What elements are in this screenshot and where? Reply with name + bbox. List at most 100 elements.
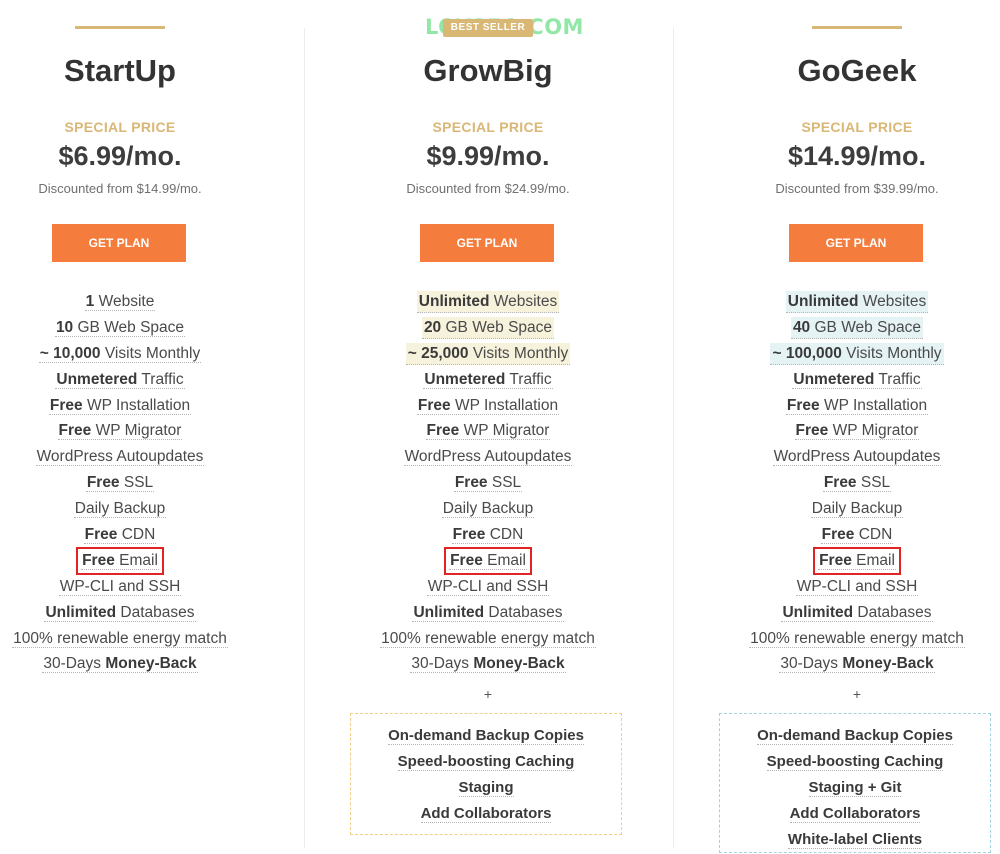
feature-text[interactable]: Free SSL — [822, 474, 892, 493]
feature-label: WordPress Autoupdates — [773, 448, 941, 466]
feature-text[interactable]: WordPress Autoupdates — [35, 448, 205, 467]
feature-item: 100% renewable energy match — [338, 627, 638, 653]
get-plan-button[interactable]: GET PLAN — [52, 224, 186, 262]
feature-text[interactable]: 100% renewable energy match — [380, 629, 596, 648]
feature-text[interactable]: Free WP Migrator — [794, 422, 920, 441]
feature-item: 30-Days Money-Back — [707, 652, 1000, 678]
feature-text[interactable]: Free WP Installation — [416, 396, 560, 415]
feature-text[interactable]: WordPress Autoupdates — [772, 448, 942, 467]
feature-item: Free WP Installation — [0, 394, 270, 420]
feature-text[interactable]: WP-CLI and SSH — [58, 577, 182, 596]
extra-feature-text[interactable]: Add Collaborators — [789, 805, 921, 823]
feature-label: CDN — [485, 526, 524, 544]
feature-text[interactable]: Free CDN — [820, 526, 894, 545]
feature-item: Free WP Migrator — [0, 419, 270, 445]
feature-item: WP-CLI and SSH — [0, 575, 270, 601]
feature-emphasis: Unlimited — [418, 293, 490, 310]
feature-text[interactable]: Unmetered Traffic — [55, 370, 185, 389]
feature-text[interactable]: 30-Days Money-Back — [779, 655, 935, 674]
feature-label: CDN — [854, 526, 893, 544]
feature-text[interactable]: ~ 100,000 Visits Monthly — [770, 342, 944, 365]
feature-text[interactable]: Daily Backup — [810, 500, 904, 519]
feature-text[interactable]: Free WP Installation — [48, 396, 192, 415]
feature-text[interactable]: Unlimited Databases — [412, 603, 564, 622]
extra-feature-text[interactable]: White-label Clients — [787, 831, 923, 849]
feature-text[interactable]: WordPress Autoupdates — [403, 448, 573, 467]
feature-text[interactable]: Unlimited Websites — [785, 291, 929, 313]
feature-text[interactable]: Free CDN — [451, 526, 525, 545]
extras-box: On-demand Backup Copies Speed-boosting Ca… — [719, 713, 991, 853]
feature-emphasis: Unmetered — [793, 370, 875, 388]
feature-label: WP-CLI and SSH — [796, 577, 918, 595]
column-divider — [304, 28, 305, 848]
feature-text[interactable]: 10 GB Web Space — [54, 318, 186, 337]
feature-text[interactable]: 100% renewable energy match — [749, 629, 965, 648]
feature-label: WP-CLI and SSH — [427, 577, 549, 595]
feature-item: Free WP Migrator — [338, 419, 638, 445]
feature-text[interactable]: WP-CLI and SSH — [426, 577, 550, 596]
feature-item: Unlimited Databases — [0, 601, 270, 627]
feature-text[interactable]: Unlimited Websites — [416, 291, 560, 313]
extra-feature-text[interactable]: Speed-boosting Caching — [397, 753, 575, 771]
feature-emphasis: Unlimited — [413, 603, 485, 621]
feature-text[interactable]: Free CDN — [83, 526, 157, 545]
feature-label: Daily Backup — [811, 500, 903, 518]
feature-emphasis: Free — [821, 526, 855, 544]
feature-text[interactable]: Unlimited Databases — [781, 603, 933, 622]
feature-text[interactable]: Free Email — [76, 546, 164, 575]
extra-feature-text[interactable]: On-demand Backup Copies — [757, 727, 953, 745]
feature-emphasis: Unlimited — [782, 603, 854, 621]
feature-emphasis: Free — [58, 422, 92, 440]
feature-text[interactable]: Daily Backup — [441, 500, 535, 519]
feature-label: GB Web Space — [73, 318, 185, 336]
feature-text[interactable]: 30-Days Money-Back — [42, 655, 198, 674]
get-plan-button[interactable]: GET PLAN — [420, 224, 554, 262]
feature-text[interactable]: Free SSL — [85, 474, 155, 493]
feature-list: 1 Website 10 GB Web Space ~ 10,000 Visits … — [0, 290, 270, 678]
feature-emphasis: Free — [417, 396, 451, 414]
feature-text[interactable]: Free WP Installation — [785, 396, 929, 415]
feature-text[interactable]: 40 GB Web Space — [790, 316, 924, 339]
feature-item: 20 GB Web Space — [338, 316, 638, 342]
feature-text[interactable]: Free Email — [444, 546, 532, 575]
feature-text[interactable]: ~ 10,000 Visits Monthly — [38, 344, 202, 363]
feature-text[interactable]: Unmetered Traffic — [423, 370, 553, 389]
feature-text[interactable]: Unlimited Databases — [44, 603, 196, 622]
feature-emphasis: Unmetered — [424, 370, 506, 388]
feature-label: Databases — [116, 603, 195, 621]
feature-text[interactable]: WP-CLI and SSH — [795, 577, 919, 596]
feature-label: Email — [114, 551, 158, 569]
feature-label: WP Migrator — [91, 422, 182, 440]
feature-text[interactable]: Free WP Migrator — [425, 422, 551, 441]
feature-text[interactable]: Free WP Migrator — [57, 422, 183, 441]
extra-feature-text[interactable]: Add Collaborators — [420, 805, 552, 823]
get-plan-button[interactable]: GET PLAN — [789, 224, 923, 262]
feature-item: Unlimited Websites — [338, 290, 638, 316]
feature-emphasis: Unlimited — [45, 603, 117, 621]
feature-text[interactable]: Free Email — [813, 546, 901, 575]
feature-text[interactable]: Unmetered Traffic — [792, 370, 922, 389]
plan-price: $14.99/mo. — [787, 141, 927, 171]
plan-price: $6.99/mo. — [58, 141, 182, 171]
feature-item: Free WP Migrator — [707, 419, 1000, 445]
feature-item: Unlimited Databases — [338, 601, 638, 627]
plus-sign: + — [852, 686, 862, 702]
feature-prefix: 30-Days — [43, 655, 106, 673]
feature-text[interactable]: 30-Days Money-Back — [410, 655, 566, 674]
feature-text[interactable]: 100% renewable energy match — [12, 629, 228, 648]
feature-emphasis: Money-Back — [473, 655, 565, 673]
extra-feature-text[interactable]: Speed-boosting Caching — [766, 753, 944, 771]
extra-feature-text[interactable]: On-demand Backup Copies — [388, 727, 584, 745]
feature-text[interactable]: ~ 25,000 Visits Monthly — [405, 342, 571, 365]
feature-text[interactable]: Free SSL — [453, 474, 523, 493]
feature-label: Websites — [858, 293, 927, 310]
feature-label: Traffic — [874, 370, 921, 388]
feature-text[interactable]: Daily Backup — [73, 500, 167, 519]
extra-feature-text[interactable]: Staging — [458, 779, 514, 797]
feature-item: 10 GB Web Space — [0, 316, 270, 342]
extra-feature-text[interactable]: Staging + Git — [808, 779, 902, 797]
feature-text[interactable]: 1 Website — [84, 293, 156, 311]
feature-text[interactable]: 20 GB Web Space — [421, 316, 555, 339]
feature-prefix: 30-Days — [411, 655, 474, 673]
feature-emphasis: ~ 10,000 — [39, 344, 101, 362]
